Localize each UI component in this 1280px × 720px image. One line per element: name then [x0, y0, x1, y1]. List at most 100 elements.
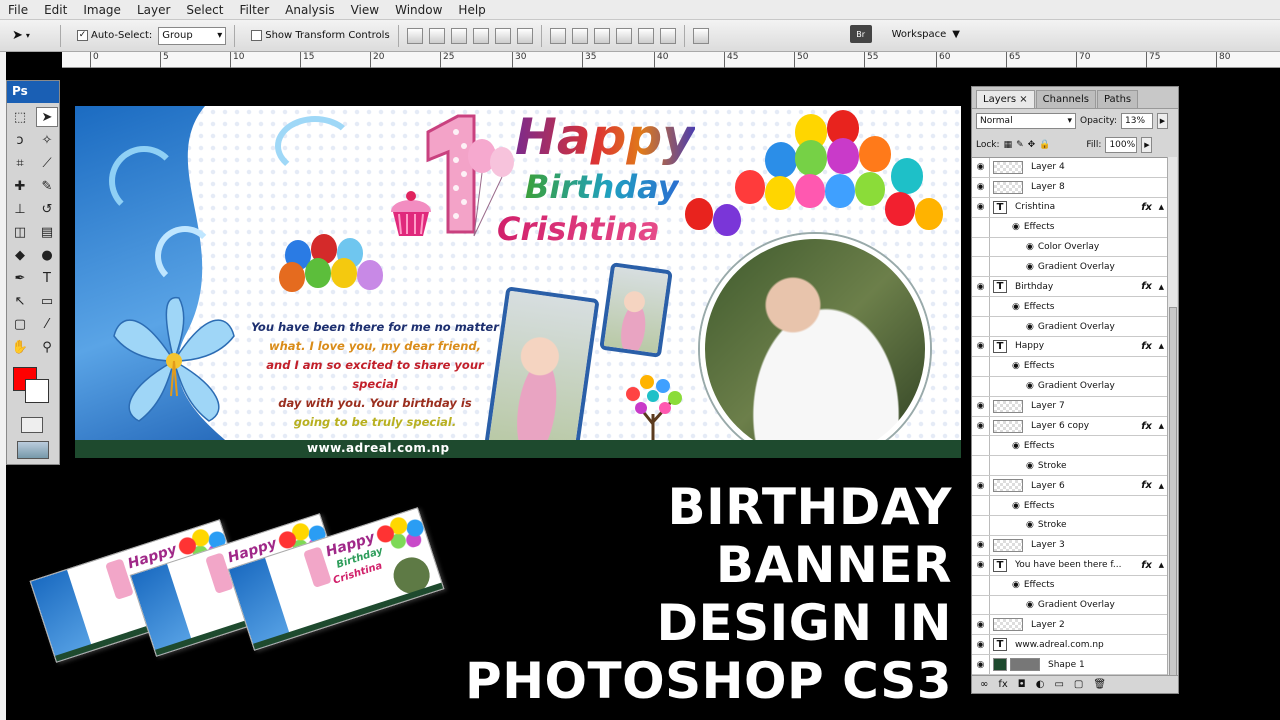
dodge-tool-icon[interactable]: ●: [36, 245, 58, 265]
gradient-tool-icon[interactable]: ▤: [36, 222, 58, 242]
layer-row[interactable]: ◉ T Crishtina fx ▲: [972, 197, 1168, 218]
eyedropper-tool-icon[interactable]: ⁄: [36, 314, 58, 334]
new-group-icon[interactable]: ▭: [1054, 679, 1063, 690]
distribute-bottom-icon[interactable]: [593, 27, 610, 44]
banner-canvas[interactable]: 1 Happy Birthday Crishtina: [75, 106, 961, 458]
tab-channels[interactable]: Channels: [1035, 90, 1096, 108]
crop-tool-icon[interactable]: ⌗: [9, 153, 31, 173]
visibility-eye-icon[interactable]: ◉: [972, 535, 990, 555]
visibility-eye-icon[interactable]: [972, 575, 990, 595]
background-color-swatch[interactable]: [25, 379, 49, 403]
layer-row[interactable]: ◉ Layer 2: [972, 615, 1168, 636]
align-top-icon[interactable]: [406, 27, 423, 44]
visibility-eye-icon[interactable]: ◉: [972, 396, 990, 416]
close-icon[interactable]: ×: [1019, 94, 1027, 105]
link-layers-icon[interactable]: ∞: [980, 679, 988, 690]
effect-eye-icon[interactable]: ◉: [1026, 262, 1034, 272]
shape-tool-icon[interactable]: ▭: [36, 291, 58, 311]
fx-icon[interactable]: fx: [1141, 480, 1152, 491]
effects-eye-icon[interactable]: ◉: [1012, 222, 1020, 232]
visibility-eye-icon[interactable]: [972, 237, 990, 257]
layer-effect-row[interactable]: ◉ Gradient Overlay: [972, 595, 1168, 616]
visibility-eye-icon[interactable]: ◉: [972, 277, 990, 297]
zoom-tool-icon[interactable]: ⚲: [36, 337, 58, 357]
visibility-eye-icon[interactable]: ◉: [972, 158, 990, 177]
menu-filter[interactable]: Filter: [231, 3, 277, 17]
layer-row[interactable]: ◉ Layer 4: [972, 158, 1168, 178]
auto-select-checkbox[interactable]: ✓: [77, 30, 88, 41]
auto-select-dropdown[interactable]: Group ▾: [158, 26, 227, 45]
effect-eye-icon[interactable]: ◉: [1026, 520, 1034, 530]
layer-row[interactable]: ◉ Layer 3: [972, 535, 1168, 556]
transform-controls-toggle[interactable]: Show Transform Controls: [251, 30, 390, 41]
adjustment-layer-icon[interactable]: ◐: [1036, 679, 1045, 690]
visibility-eye-icon[interactable]: [972, 436, 990, 456]
layer-effect-row[interactable]: ◉ Effects: [972, 496, 1168, 517]
marquee-tool-icon[interactable]: ⬚: [9, 107, 31, 127]
menu-file[interactable]: File: [0, 3, 36, 17]
layer-effect-row[interactable]: ◉ Gradient Overlay: [972, 317, 1168, 338]
layer-row[interactable]: ◉ T Birthday fx ▲: [972, 277, 1168, 298]
visibility-eye-icon[interactable]: ◉: [972, 177, 990, 197]
auto-select-toggle[interactable]: ✓ Auto-Select:: [77, 30, 152, 41]
distribute-vcenter-icon[interactable]: [571, 27, 588, 44]
layer-effect-row[interactable]: ◉ Effects: [972, 356, 1168, 377]
layer-effect-row[interactable]: ◉ Effects: [972, 297, 1168, 318]
menu-help[interactable]: Help: [450, 3, 493, 17]
type-tool-icon[interactable]: T: [36, 268, 58, 288]
bridge-icon[interactable]: Br: [849, 25, 872, 43]
opacity-input[interactable]: 13%: [1121, 113, 1153, 129]
tool-preset-picker[interactable]: ➤ ▾: [12, 25, 52, 47]
healing-brush-icon[interactable]: ✚: [9, 176, 31, 196]
horizontal-ruler[interactable]: 0 5 10 15 20 25 30 35 40 45 50 55 60 65 …: [62, 52, 1280, 68]
add-mask-icon[interactable]: ◘: [1018, 679, 1026, 690]
layer-row[interactable]: ◉ Twww.adreal.com.np: [972, 635, 1168, 656]
layer-effect-row[interactable]: ◉ Color Overlay: [972, 237, 1168, 258]
effect-eye-icon[interactable]: ◉: [1026, 242, 1034, 252]
fx-icon[interactable]: fx: [1141, 202, 1152, 213]
align-right-icon[interactable]: [516, 27, 533, 44]
pen-tool-icon[interactable]: ✒: [9, 268, 31, 288]
blur-tool-icon[interactable]: ◆: [9, 245, 31, 265]
menu-select[interactable]: Select: [178, 3, 231, 17]
lock-position-icon[interactable]: ✥: [1028, 140, 1036, 150]
visibility-eye-icon[interactable]: [972, 257, 990, 277]
menu-layer[interactable]: Layer: [129, 3, 178, 17]
layer-row[interactable]: ◉ Layer 6 fx ▲: [972, 476, 1168, 497]
layer-row[interactable]: ◉ T Happy fx ▲: [972, 337, 1168, 357]
tab-layers[interactable]: Layers ×: [976, 90, 1035, 108]
visibility-eye-icon[interactable]: [972, 376, 990, 396]
visibility-eye-icon[interactable]: [972, 297, 990, 317]
align-hcenter-icon[interactable]: [494, 27, 511, 44]
expand-effects-icon[interactable]: ▲: [1159, 203, 1164, 211]
layer-effect-row[interactable]: ◉ Gradient Overlay: [972, 257, 1168, 278]
fill-input[interactable]: 100%: [1105, 137, 1138, 153]
layer-row[interactable]: ◉ Layer 8: [972, 177, 1168, 198]
auto-align-icon[interactable]: [692, 27, 709, 44]
visibility-eye-icon[interactable]: [972, 217, 990, 237]
transform-controls-checkbox[interactable]: [251, 30, 263, 41]
menu-image[interactable]: Image: [75, 3, 129, 17]
lock-pixels-icon[interactable]: ✎: [1016, 140, 1024, 150]
expand-effects-icon[interactable]: ▲: [1159, 422, 1164, 430]
effects-eye-icon[interactable]: ◉: [1012, 501, 1020, 511]
eraser-tool-icon[interactable]: ◫: [9, 222, 31, 242]
quick-mask-icon[interactable]: [21, 417, 43, 433]
visibility-eye-icon[interactable]: ◉: [972, 635, 990, 655]
menu-edit[interactable]: Edit: [36, 3, 75, 17]
new-layer-icon[interactable]: ▢: [1074, 679, 1083, 690]
magic-wand-tool-icon[interactable]: ✧: [36, 130, 58, 150]
effect-eye-icon[interactable]: ◉: [1026, 600, 1034, 610]
layer-row[interactable]: ◉ Shape 1: [972, 655, 1168, 675]
visibility-eye-icon[interactable]: ◉: [972, 476, 990, 496]
clone-stamp-icon[interactable]: ⊥: [9, 199, 31, 219]
menu-analysis[interactable]: Analysis: [277, 3, 342, 17]
workspace-switcher[interactable]: Br Workspace ▼: [849, 25, 960, 43]
hand-tool-icon[interactable]: ✋: [9, 337, 31, 357]
chevron-right-icon[interactable]: ▶: [1157, 113, 1168, 129]
visibility-eye-icon[interactable]: [972, 516, 990, 535]
layer-effect-row[interactable]: ◉ Effects: [972, 217, 1168, 238]
fx-icon[interactable]: fx: [1141, 560, 1152, 571]
layers-scrollbar[interactable]: [1167, 157, 1177, 687]
lasso-tool-icon[interactable]: ↄ: [9, 130, 31, 150]
